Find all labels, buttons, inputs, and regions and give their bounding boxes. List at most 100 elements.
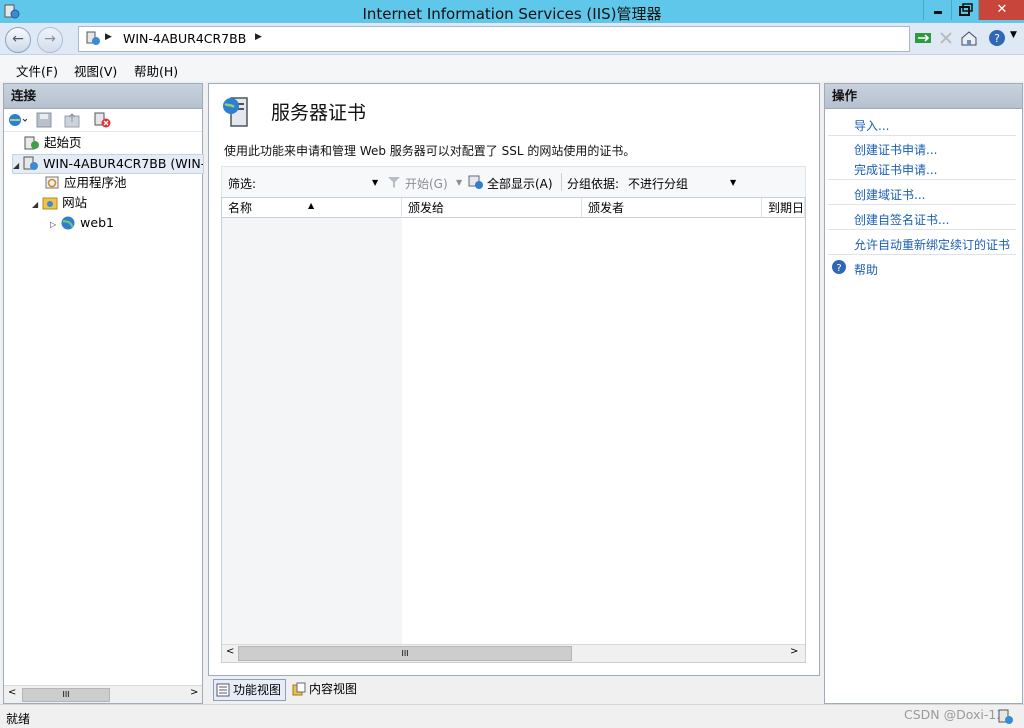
features-view-icon [216, 683, 230, 697]
menu-bar: 文件(F) 视图(V) 帮助(H) [0, 55, 1024, 81]
navigation-bar: ← → ▶ WIN-4ABUR4CR7BB ▶ ? ▼ [0, 23, 1024, 55]
tree-item-web1[interactable]: ▷ web1 [50, 214, 114, 232]
scroll-right-icon[interactable]: > [790, 646, 798, 657]
tree-item-sites[interactable]: ◢ 网站 [32, 194, 87, 212]
restore-icon [959, 3, 973, 16]
action-create-domain-certificate[interactable]: 创建域证书... [854, 186, 925, 203]
scroll-thumb[interactable]: III [238, 646, 572, 661]
connections-title: 连接 [4, 84, 202, 109]
watermark-text: CSDN @Doxi-13 [904, 707, 1005, 722]
tree-label: web1 [80, 215, 114, 230]
tree-label: WIN-4ABUR4CR7BB (WIN- [43, 156, 204, 171]
forward-arrow-icon: → [44, 31, 56, 47]
action-create-self-signed-certificate[interactable]: 创建自签名证书... [854, 211, 949, 228]
column-label: 到期日 [768, 201, 805, 215]
sort-ascending-icon: ▲ [308, 201, 315, 210]
page-title: 服务器证书 [271, 102, 367, 124]
page-description: 使用此功能来申请和管理 Web 服务器可以对配置了 SSL 的网站使用的证书。 [224, 144, 636, 158]
column-header-expiration[interactable]: 到期日 [762, 198, 805, 218]
close-button[interactable]: ✕ [978, 0, 1024, 20]
menu-file[interactable]: 文件(F) [16, 61, 58, 80]
forward-button[interactable]: → [37, 27, 63, 53]
delete-connection-icon[interactable] [94, 112, 112, 128]
action-separator [828, 135, 1016, 136]
actions-panel: 操作 导入... 创建证书申请... 完成证书申请... 创建域证书... 创建… [824, 83, 1023, 704]
group-by-select[interactable]: 不进行分组 ▼ [624, 171, 740, 191]
column-label: 颁发给 [408, 201, 445, 215]
status-text: 就绪 [6, 712, 31, 726]
scroll-thumb[interactable]: III [22, 688, 110, 702]
show-all-icon [468, 175, 483, 189]
filter-label: 筛选: [228, 177, 257, 191]
funnel-icon [388, 177, 400, 188]
list-hscrollbar[interactable]: < III > [222, 644, 805, 662]
help-icon[interactable]: ? [988, 29, 1006, 47]
show-all-button[interactable]: 全部显示(A) [487, 175, 553, 192]
action-separator [828, 229, 1016, 230]
filter-dropdown-icon[interactable]: ▼ [372, 178, 378, 187]
sites-folder-icon [42, 197, 58, 210]
menu-view[interactable]: 视图(V) [74, 61, 117, 80]
save-icon[interactable] [36, 112, 52, 128]
expand-arrow-icon[interactable]: ▷ [50, 220, 56, 229]
collapse-arrow-icon[interactable]: ◢ [32, 200, 38, 209]
tree-label: 应用程序池 [64, 175, 127, 190]
features-view-tab[interactable]: 功能视图 [213, 679, 287, 701]
svg-text:?: ? [836, 263, 841, 274]
tree-item-start-page[interactable]: 起始页 [24, 134, 82, 152]
tree-label: 网站 [62, 195, 88, 210]
start-dropdown-icon[interactable]: ▼ [456, 178, 462, 187]
connections-panel: 连接 起始页 ◢ WIN-4ABUR4CR7BB (WIN- 应用程序池 ◢ 网站 … [3, 83, 204, 704]
app-pool-icon [45, 176, 59, 189]
globe-icon [61, 216, 75, 230]
group-by-dropdown-icon[interactable]: ▼ [730, 178, 736, 187]
back-button[interactable]: ← [5, 27, 31, 53]
action-create-certificate-request[interactable]: 创建证书申请... [854, 141, 937, 158]
refresh-connection-icon[interactable] [914, 29, 932, 47]
address-bar[interactable]: ▶ WIN-4ABUR4CR7BB ▶ [78, 26, 910, 52]
tree-item-server[interactable]: ◢ WIN-4ABUR4CR7BB (WIN- [12, 154, 204, 174]
collapse-arrow-icon[interactable]: ◢ [13, 161, 19, 170]
help-dropdown-icon[interactable]: ▼ [1010, 30, 1017, 40]
action-enable-auto-rebind[interactable]: 允许自动重新绑定续订的证书 [854, 236, 1010, 253]
server-certificates-icon [223, 97, 248, 127]
action-import[interactable]: 导入... [854, 117, 889, 134]
column-header-name[interactable]: 名称 ▲ [222, 198, 402, 218]
action-help[interactable]: 帮助 [854, 261, 878, 278]
content-view-icon [292, 682, 306, 696]
content-view-label: 内容视图 [309, 682, 358, 696]
scroll-left-icon[interactable]: < [226, 646, 234, 657]
action-separator [828, 204, 1016, 205]
status-server-icon [998, 709, 1013, 724]
connections-hscrollbar[interactable]: < III > [4, 685, 202, 703]
tree-item-app-pools[interactable]: 应用程序池 [44, 174, 127, 192]
column-label: 名称 [228, 201, 253, 215]
breadcrumb-server[interactable]: WIN-4ABUR4CR7BB [123, 31, 246, 46]
breadcrumb-separator-icon: ▶ [105, 32, 112, 42]
connect-icon[interactable] [7, 112, 27, 128]
certificates-list: 名称 ▲ 颁发给 颁发者 到期日 < III > [221, 197, 806, 663]
features-view-label: 功能视图 [233, 683, 282, 697]
breadcrumb-expand-icon[interactable]: ▶ [255, 32, 262, 42]
minimize-button[interactable] [923, 0, 952, 20]
restore-button[interactable] [951, 0, 980, 20]
group-by-label: 分组依据: [567, 177, 620, 191]
action-separator [828, 254, 1016, 255]
home-icon[interactable] [960, 29, 978, 47]
filter-input[interactable] [262, 171, 380, 191]
server-icon [23, 156, 39, 170]
scroll-right-icon[interactable]: > [190, 687, 198, 698]
content-view-tab[interactable]: 内容视图 [290, 679, 361, 699]
start-filter-button[interactable]: 开始(G) [405, 175, 448, 192]
menu-help[interactable]: 帮助(H) [134, 61, 178, 80]
stop-icon[interactable] [937, 29, 955, 47]
scroll-left-icon[interactable]: < [8, 687, 16, 698]
column-header-issued-to[interactable]: 颁发给 [402, 198, 582, 218]
svg-text:?: ? [994, 32, 1000, 45]
title-bar: Internet Information Services (IIS)管理器 ✕ [0, 0, 1024, 23]
column-header-issuer[interactable]: 颁发者 [582, 198, 762, 218]
action-complete-certificate-request[interactable]: 完成证书申请... [854, 161, 937, 178]
up-level-icon[interactable] [64, 112, 80, 128]
help-icon: ? [832, 260, 846, 274]
back-arrow-icon: ← [12, 31, 24, 47]
